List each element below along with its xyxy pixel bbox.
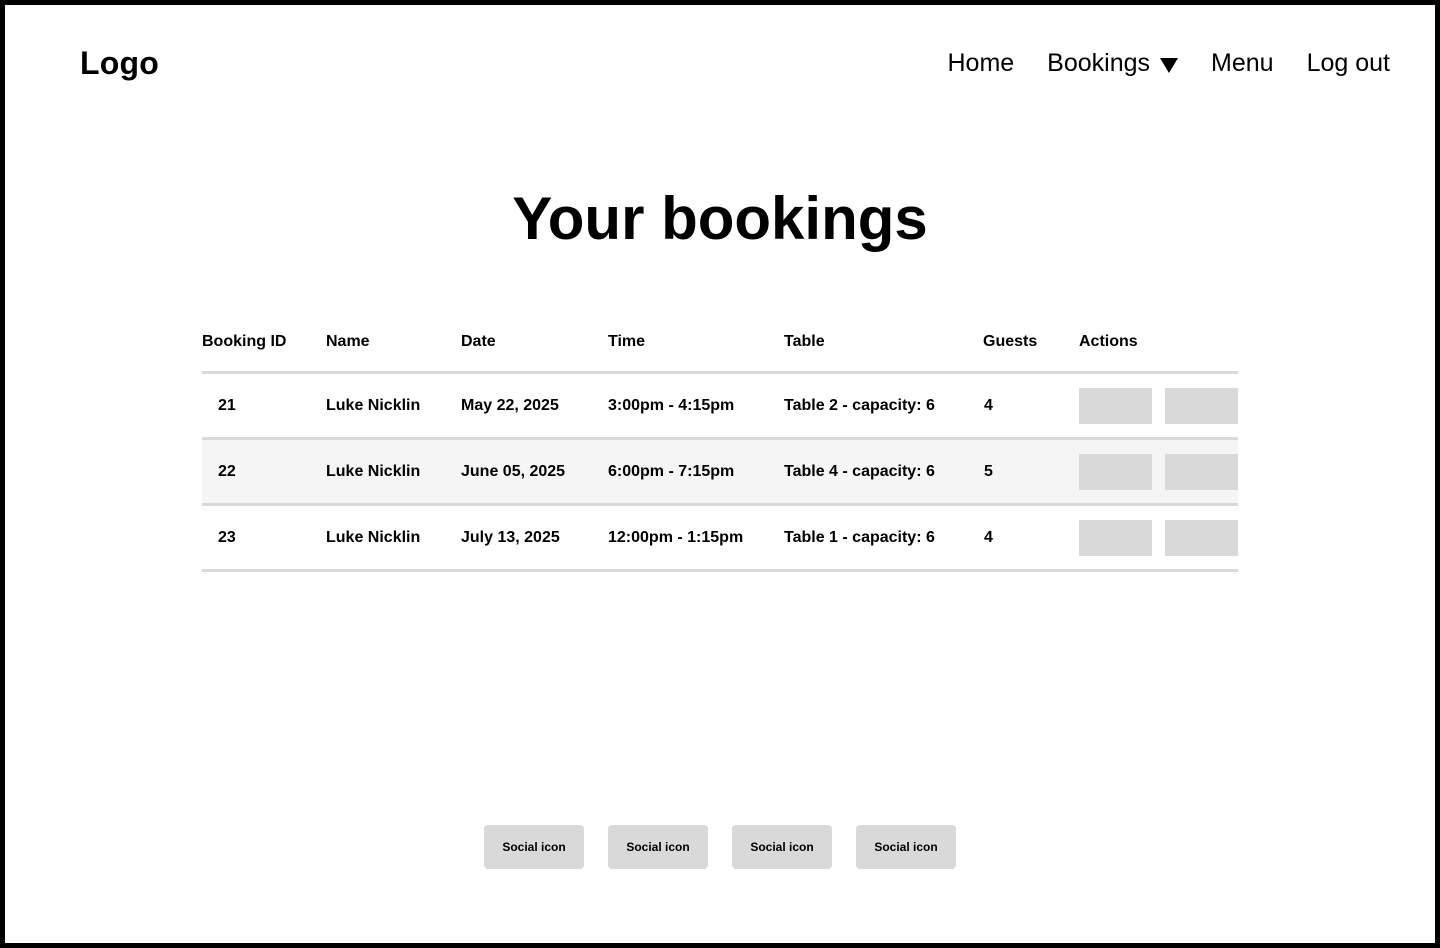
table-row: 22 Luke Nicklin June 05, 2025 6:00pm - 7… — [202, 438, 1238, 506]
date-cell: June 05, 2025 — [461, 438, 608, 506]
site-header: Logo Home Bookings Menu Log out — [5, 5, 1435, 125]
nav-logout-label: Log out — [1306, 49, 1390, 77]
delete-booking-button[interactable] — [1165, 387, 1238, 424]
nav-bookings-dropdown[interactable]: Bookings — [1047, 43, 1179, 83]
column-header-guests: Guests — [983, 333, 1079, 374]
page-frame: Logo Home Bookings Menu Log out Your boo… — [0, 0, 1440, 948]
table-header: Booking ID Name Date Time Table Guests A… — [202, 333, 1238, 374]
time-cell: 12:00pm - 1:15pm — [608, 504, 784, 572]
social-icon-button-3[interactable]: Social icon — [732, 825, 832, 869]
edit-booking-button[interactable] — [1079, 387, 1152, 424]
social-icon-button-1[interactable]: Social icon — [484, 825, 584, 869]
main-nav: Home Bookings Menu Log out — [947, 43, 1390, 83]
date-cell: May 22, 2025 — [461, 372, 608, 440]
booking-id-cell: 21 — [202, 372, 326, 440]
table-row: 23 Luke Nicklin July 13, 2025 12:00pm - … — [202, 504, 1238, 572]
guests-cell: 4 — [983, 372, 1079, 440]
time-cell: 3:00pm - 4:15pm — [608, 372, 784, 440]
table-cell: Table 2 - capacity: 6 — [784, 372, 983, 440]
row-actions — [1079, 387, 1238, 424]
edit-booking-button[interactable] — [1079, 453, 1152, 490]
time-cell: 6:00pm - 7:15pm — [608, 438, 784, 506]
row-actions — [1079, 453, 1238, 490]
bookings-table-container: Booking ID Name Date Time Table Guests A… — [202, 333, 1238, 572]
site-footer: Social icon Social icon Social icon Soci… — [5, 825, 1435, 869]
actions-cell — [1079, 372, 1238, 440]
nav-logout-link[interactable]: Log out — [1307, 43, 1390, 83]
name-cell: Luke Nicklin — [326, 438, 461, 506]
booking-id-cell: 23 — [202, 504, 326, 572]
nav-menu-label: Menu — [1211, 49, 1274, 77]
column-header-time: Time — [608, 333, 784, 374]
column-header-date: Date — [461, 333, 608, 374]
page-title: Your bookings — [512, 185, 928, 252]
social-icon-button-4[interactable]: Social icon — [856, 825, 956, 869]
delete-booking-button[interactable] — [1165, 519, 1238, 556]
table-cell: Table 4 - capacity: 6 — [784, 438, 983, 506]
column-header-booking-id: Booking ID — [202, 333, 326, 374]
caret-down-icon — [1160, 57, 1179, 73]
edit-booking-button[interactable] — [1079, 519, 1152, 556]
social-icon-button-2[interactable]: Social icon — [608, 825, 708, 869]
column-header-actions: Actions — [1079, 333, 1238, 374]
actions-cell — [1079, 504, 1238, 572]
row-actions — [1079, 519, 1238, 556]
table-body: 21 Luke Nicklin May 22, 2025 3:00pm - 4:… — [202, 372, 1238, 572]
booking-id-cell: 22 — [202, 438, 326, 506]
column-header-table: Table — [784, 333, 983, 374]
bookings-table: Booking ID Name Date Time Table Guests A… — [202, 333, 1238, 572]
nav-menu-link[interactable]: Menu — [1211, 43, 1274, 83]
guests-cell: 4 — [983, 504, 1079, 572]
name-cell: Luke Nicklin — [326, 504, 461, 572]
actions-cell — [1079, 438, 1238, 506]
nav-home-label: Home — [947, 49, 1015, 77]
header-row: Booking ID Name Date Time Table Guests A… — [202, 333, 1238, 374]
nav-bookings-label: Bookings — [1047, 49, 1151, 77]
logo[interactable]: Logo — [80, 43, 159, 83]
column-header-name: Name — [326, 333, 461, 374]
name-cell: Luke Nicklin — [326, 372, 461, 440]
table-row: 21 Luke Nicklin May 22, 2025 3:00pm - 4:… — [202, 372, 1238, 440]
guests-cell: 5 — [983, 438, 1079, 506]
date-cell: July 13, 2025 — [461, 504, 608, 572]
delete-booking-button[interactable] — [1165, 453, 1238, 490]
nav-home-link[interactable]: Home — [947, 43, 1014, 83]
table-cell: Table 1 - capacity: 6 — [784, 504, 983, 572]
